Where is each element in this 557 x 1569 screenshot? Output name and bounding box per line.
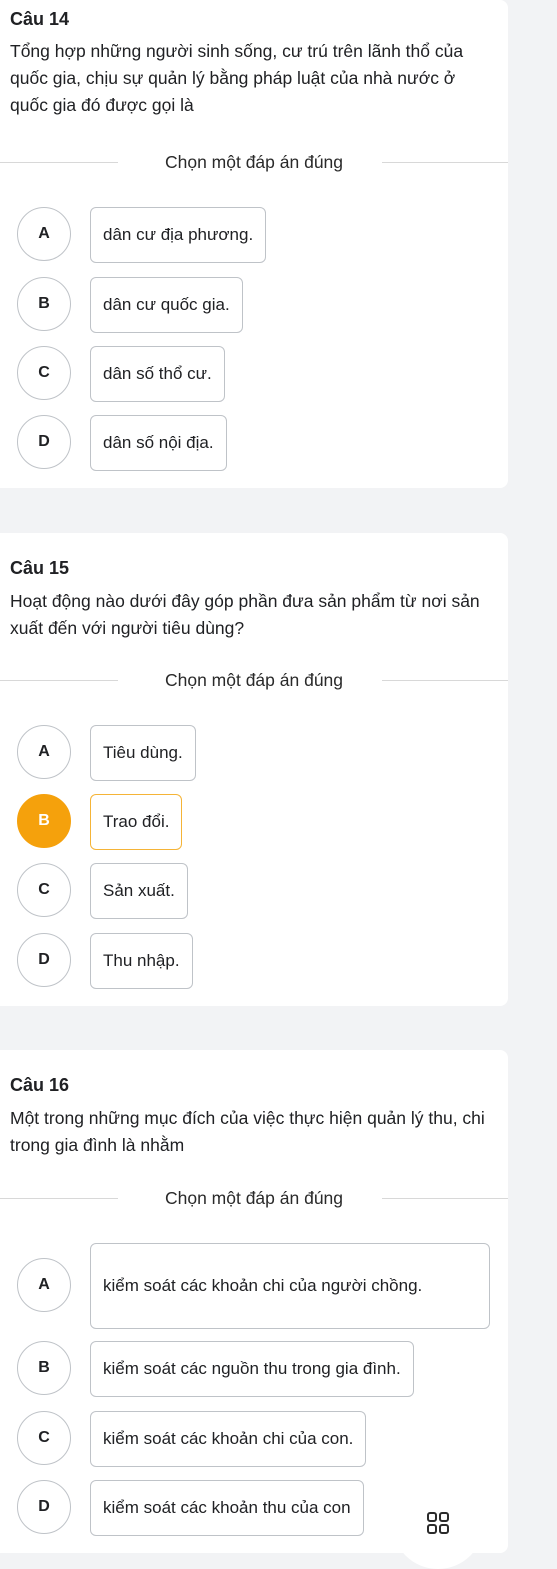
option-answer[interactable]: Thu nhập. bbox=[90, 933, 193, 989]
option-answer[interactable]: kiểm soát các khoản chi của con. bbox=[90, 1411, 367, 1467]
question-card-15: Câu 15 Hoạt động nào dưới đây góp phần đ… bbox=[0, 533, 508, 1006]
answer-instruction: Chọn một đáp án đúng bbox=[0, 670, 508, 690]
question-text: Hoạt động nào dưới đây góp phần đưa sản … bbox=[10, 591, 480, 638]
grid-menu-icon bbox=[427, 1512, 449, 1534]
option-answer[interactable]: Trao đổi. bbox=[90, 794, 183, 850]
option-letter: C bbox=[17, 863, 71, 917]
option-answer[interactable]: dân cư quốc gia. bbox=[90, 277, 243, 333]
instruction-label: Chọn một đáp án đúng bbox=[164, 670, 344, 690]
option-letter: A bbox=[17, 725, 71, 779]
answer-instruction: Chọn một đáp án đúng bbox=[0, 1188, 508, 1208]
option-letter: B bbox=[17, 277, 71, 331]
instruction-label: Chọn một đáp án đúng bbox=[164, 152, 344, 172]
option-answer[interactable]: dân số nội địa. bbox=[90, 415, 227, 471]
question-title: Câu 16 bbox=[10, 1075, 70, 1095]
answer-instruction: Chọn một đáp án đúng bbox=[0, 152, 508, 172]
option-letter: C bbox=[17, 1411, 71, 1465]
option-letter: B bbox=[17, 1341, 71, 1395]
question-title: Câu 15 bbox=[10, 558, 70, 578]
option-answer[interactable]: dân cư địa phương. bbox=[90, 207, 267, 263]
instruction-label: Chọn một đáp án đúng bbox=[164, 1188, 344, 1208]
option-letter: D bbox=[17, 933, 71, 987]
option-answer[interactable]: Tiêu dùng. bbox=[90, 725, 196, 781]
question-title: Câu 14 bbox=[10, 9, 70, 29]
option-letter: A bbox=[17, 1258, 71, 1312]
question-text: Tổng hợp những người sinh sống, cư trú t… bbox=[10, 41, 464, 115]
option-letter: D bbox=[17, 415, 71, 469]
question-card-14: Câu 14 Tổng hợp những người sinh sống, c… bbox=[0, 0, 508, 488]
question-text: Một trong những mục đích của việc thực h… bbox=[10, 1108, 485, 1155]
option-answer[interactable]: kiểm soát các khoản chi của người chồng. bbox=[90, 1243, 490, 1329]
option-answer[interactable]: kiểm soát các khoản thu của con bbox=[90, 1480, 364, 1536]
option-answer[interactable]: dân số thổ cư. bbox=[90, 346, 225, 402]
option-answer[interactable]: kiểm soát các nguồn thu trong gia đình. bbox=[90, 1341, 414, 1397]
option-letter: B bbox=[17, 794, 71, 848]
option-letter: D bbox=[17, 1480, 71, 1534]
option-letter: C bbox=[17, 346, 71, 400]
floating-menu-button[interactable] bbox=[392, 1477, 484, 1569]
option-answer[interactable]: Sản xuất. bbox=[90, 863, 188, 919]
option-letter: A bbox=[17, 207, 71, 261]
